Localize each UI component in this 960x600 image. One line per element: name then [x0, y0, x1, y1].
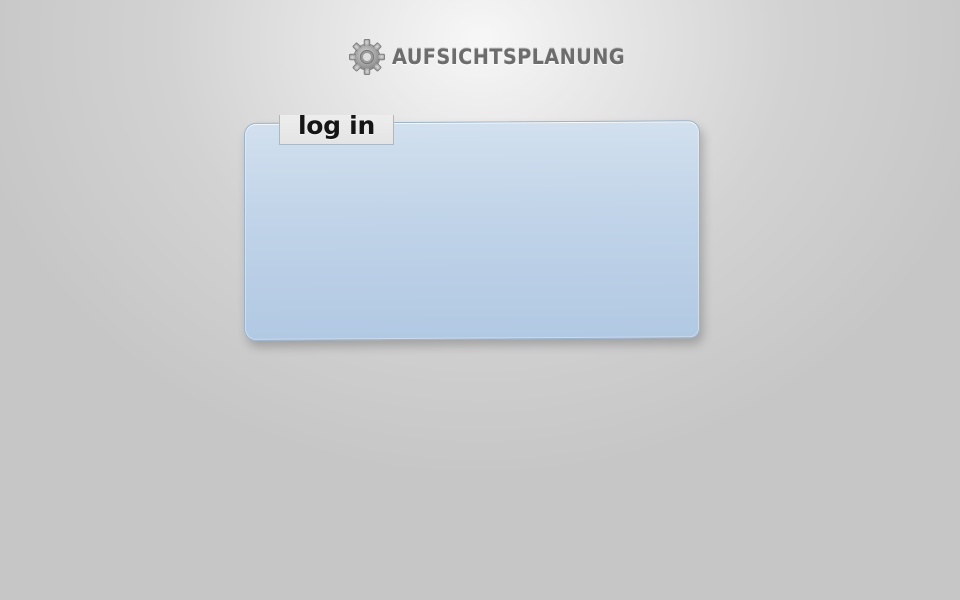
app-title: AUFSICHTSPLANUNG [392, 45, 625, 69]
login-tab-label: log in [298, 111, 375, 140]
gear-icon [349, 39, 385, 75]
login-panel [244, 120, 700, 341]
app-header: AUFSICHTSPLANUNG [348, 38, 645, 76]
login-tab: log in [279, 111, 394, 145]
